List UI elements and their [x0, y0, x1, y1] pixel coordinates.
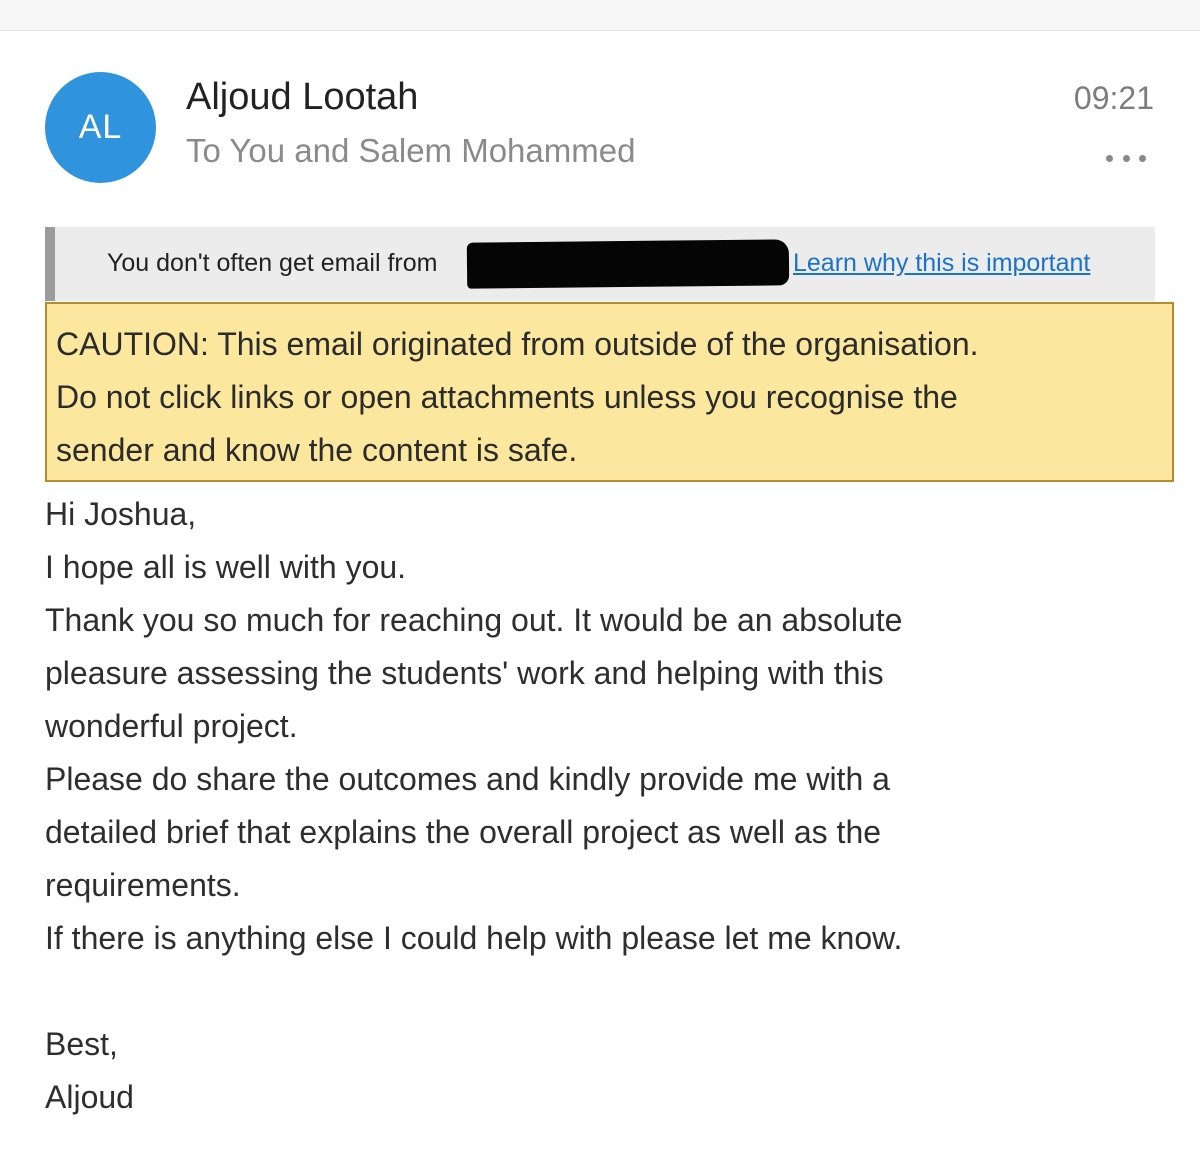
caution-banner: CAUTION: This email originated from outs…: [45, 302, 1174, 482]
avatar[interactable]: AL: [45, 72, 156, 183]
learn-why-link[interactable]: Learn why this is important: [793, 249, 1090, 278]
body-line: requirements.: [45, 867, 241, 903]
body-line: If there is anything else I could help w…: [45, 920, 903, 956]
message-time: 09:21: [1073, 80, 1154, 116]
sender-name[interactable]: Aljoud Lootah: [186, 76, 418, 119]
email-body: Hi Joshua, I hope all is well with you. …: [45, 488, 1165, 1124]
body-line: Please do share the outcomes and kindly …: [45, 761, 890, 797]
top-toolbar-strip: [0, 0, 1200, 31]
recipients-line[interactable]: To You and Salem Mohammed: [186, 132, 635, 170]
signature-line: Aljoud: [45, 1079, 134, 1115]
caution-line: CAUTION: This email originated from outs…: [56, 326, 979, 362]
redacted-email-address: [466, 239, 790, 289]
closing-line: Best,: [45, 1026, 118, 1062]
avatar-initials: AL: [78, 108, 123, 146]
sender-notice-banner: You don't often get email from Learn why…: [45, 227, 1155, 301]
body-line: Thank you so much for reaching out. It w…: [45, 602, 903, 638]
body-line: pleasure assessing the students' work an…: [45, 655, 884, 691]
caution-line: Do not click links or open attachments u…: [56, 379, 958, 415]
body-line: wonderful project.: [45, 708, 298, 744]
body-line: I hope all is well with you.: [45, 549, 407, 585]
notice-text: You don't often get email from: [107, 249, 438, 277]
ellipsis-icon[interactable]: [1106, 154, 1146, 162]
greeting-line: Hi Joshua,: [45, 496, 197, 532]
body-line: detailed brief that explains the overall…: [45, 814, 882, 850]
caution-line: sender and know the content is safe.: [56, 432, 578, 468]
